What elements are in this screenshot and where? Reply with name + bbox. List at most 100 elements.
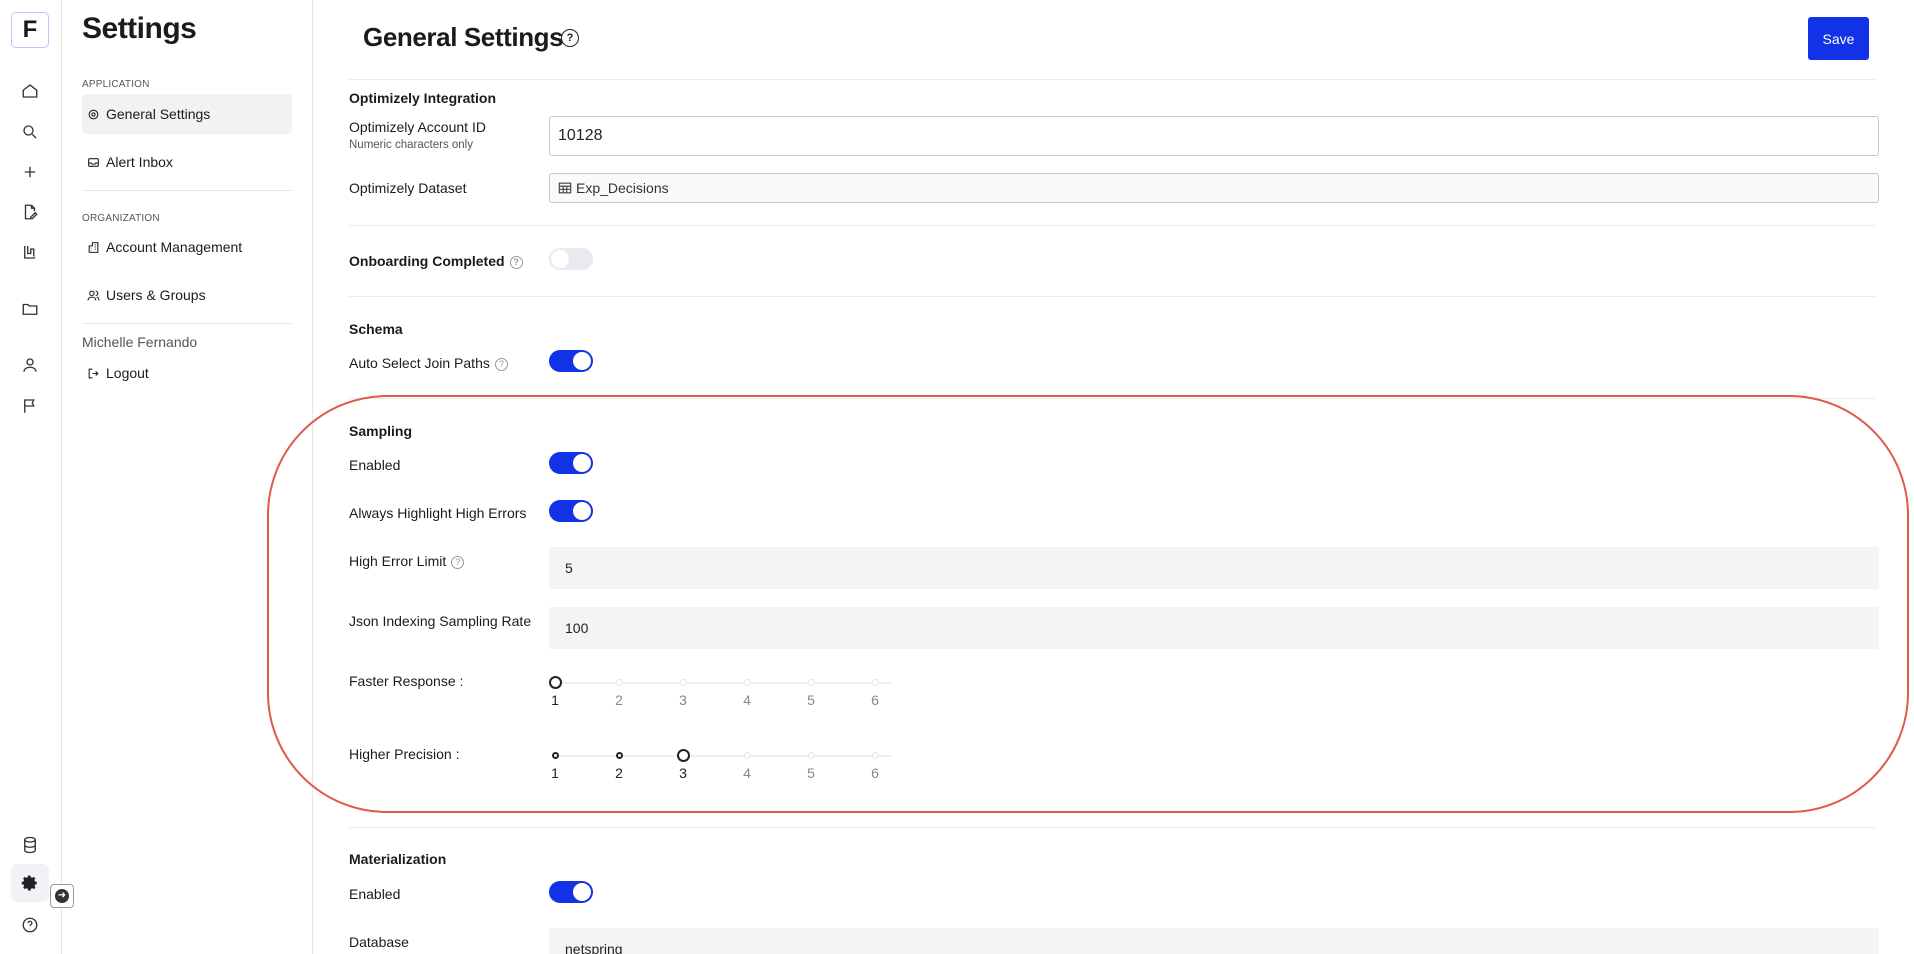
section-label-organization: ORGANIZATION <box>82 213 160 224</box>
slider-thumb[interactable] <box>549 676 562 689</box>
slider-tick-label: 4 <box>743 692 751 708</box>
users-icon <box>86 288 100 302</box>
main-content: General Settings ? Save Optimizely Integ… <box>267 0 1914 954</box>
user-icon[interactable] <box>19 354 41 376</box>
optimizely-account-id-input[interactable]: 10128 <box>549 116 1879 156</box>
divider <box>349 398 1875 399</box>
faster-response-label: Faster Response : <box>349 673 464 689</box>
high-error-limit-label: High Error Limit? <box>349 553 465 569</box>
database-icon[interactable] <box>19 834 41 856</box>
slider-track[interactable] <box>555 755 891 757</box>
plus-icon[interactable] <box>19 161 41 183</box>
high-error-limit-input[interactable]: 5 <box>549 547 1879 589</box>
materialization-enabled-label: Enabled <box>349 886 401 902</box>
save-button[interactable]: Save <box>1808 17 1869 60</box>
slider-tick[interactable] <box>552 752 559 759</box>
slider-tick-label: 5 <box>807 692 815 708</box>
higher-precision-slider[interactable]: 1 2 3 4 5 6 <box>551 749 895 781</box>
auto-select-join-paths-toggle[interactable] <box>549 350 593 372</box>
high-error-limit-text: High Error Limit <box>349 553 447 569</box>
flask-icon[interactable] <box>19 241 41 263</box>
sidebar-divider <box>82 190 292 191</box>
home-icon[interactable] <box>19 80 41 102</box>
sidebar-title: Settings <box>82 12 197 45</box>
help-icon[interactable] <box>19 914 41 936</box>
slider-tick-label: 6 <box>871 692 879 708</box>
materialization-enabled-toggle[interactable] <box>549 881 593 903</box>
json-indexing-sampling-rate-label: Json Indexing Sampling Rate <box>349 613 532 629</box>
section-title-schema: Schema <box>349 321 403 337</box>
slider-tick[interactable] <box>744 752 751 759</box>
higher-precision-label: Higher Precision : <box>349 746 460 762</box>
slider-tick-label: 1 <box>551 692 559 708</box>
user-name: Michelle Fernando <box>82 334 198 350</box>
onboarding-completed-toggle[interactable] <box>549 248 593 270</box>
document-edit-icon[interactable] <box>19 201 41 223</box>
inbox-icon <box>86 155 100 169</box>
slider-tick[interactable] <box>808 679 815 686</box>
slider-track[interactable] <box>555 682 891 684</box>
slider-tick[interactable] <box>680 679 687 686</box>
optimizely-dataset-select[interactable]: Exp_Decisions <box>549 173 1879 203</box>
auto-select-join-paths-label: Auto Select Join Paths? <box>349 355 508 371</box>
optimizely-account-id-hint: Numeric characters only <box>349 139 473 151</box>
slider-tick-label: 2 <box>615 692 623 708</box>
highlight-annotation <box>267 395 1909 813</box>
slider-tick[interactable] <box>616 752 623 759</box>
gear-icon <box>86 107 100 121</box>
sidebar-item-alert-inbox[interactable]: Alert Inbox <box>82 142 292 182</box>
json-indexing-sampling-rate-input[interactable]: 100 <box>549 607 1879 649</box>
slider-tick[interactable] <box>872 752 879 759</box>
slider-tick[interactable] <box>808 752 815 759</box>
auto-select-join-paths-text: Auto Select Join Paths <box>349 355 490 371</box>
divider <box>349 225 1875 226</box>
slider-thumb[interactable] <box>677 749 690 762</box>
sidebar-item-label: Users & Groups <box>106 287 206 303</box>
table-icon <box>558 181 572 195</box>
sidebar-item-account-management[interactable]: Account Management <box>82 227 292 267</box>
logout-link[interactable]: Logout <box>82 353 292 393</box>
database-input[interactable]: netspring <box>549 928 1879 954</box>
always-highlight-high-errors-label: Always Highlight High Errors <box>349 505 527 521</box>
optimizely-account-id-label: Optimizely Account ID <box>349 119 486 135</box>
slider-tick-label: 5 <box>807 765 815 781</box>
logout-label: Logout <box>106 365 149 381</box>
section-label-application: APPLICATION <box>82 79 150 90</box>
sidebar-item-users-groups[interactable]: Users & Groups <box>82 275 292 315</box>
slider-tick-label: 1 <box>551 765 559 781</box>
help-icon[interactable]: ? <box>509 255 523 269</box>
sidebar-item-label: General Settings <box>106 106 211 122</box>
divider <box>349 827 1875 828</box>
folder-icon[interactable] <box>19 298 41 320</box>
onboarding-completed-label: Onboarding Completed? <box>349 253 523 269</box>
divider <box>349 79 1875 80</box>
sidebar-divider <box>82 323 292 324</box>
sidebar-item-general-settings[interactable]: General Settings <box>82 94 292 134</box>
search-icon[interactable] <box>19 121 41 143</box>
onboarding-completed-text: Onboarding Completed <box>349 253 505 269</box>
slider-tick-label: 2 <box>615 765 623 781</box>
flag-icon[interactable] <box>19 395 41 417</box>
sampling-enabled-label: Enabled <box>349 457 401 473</box>
building-icon <box>86 240 100 254</box>
slider-tick[interactable] <box>616 679 623 686</box>
app-logo[interactable]: F <box>11 12 49 48</box>
faster-response-slider[interactable]: 1 2 3 4 5 6 <box>549 676 895 708</box>
slider-tick-label: 3 <box>679 765 687 781</box>
always-highlight-high-errors-toggle[interactable] <box>549 500 593 522</box>
slider-tick[interactable] <box>872 679 879 686</box>
help-icon[interactable]: ? <box>494 357 508 371</box>
divider <box>349 296 1875 297</box>
slider-tick-label: 3 <box>679 692 687 708</box>
slider-tick-label: 6 <box>871 765 879 781</box>
logout-icon <box>86 366 100 380</box>
sampling-enabled-toggle[interactable] <box>549 452 593 474</box>
help-icon[interactable]: ? <box>451 555 465 569</box>
help-icon[interactable]: ? <box>561 29 579 47</box>
slider-tick-label: 4 <box>743 765 751 781</box>
sidebar-item-label: Account Management <box>106 239 243 255</box>
settings-sidebar: Settings APPLICATION General Settings Al… <box>62 0 313 954</box>
gear-icon[interactable] <box>11 864 49 902</box>
optimizely-dataset-value: Exp_Decisions <box>576 180 669 196</box>
slider-tick[interactable] <box>744 679 751 686</box>
